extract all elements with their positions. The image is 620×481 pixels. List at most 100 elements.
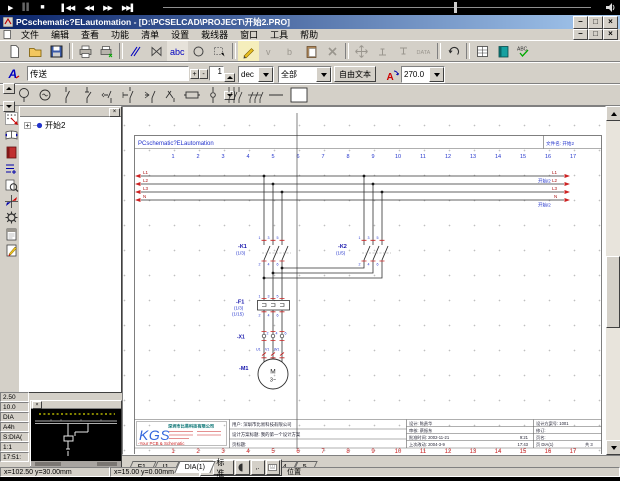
preview-titlebar[interactable]: × [31, 401, 121, 409]
vscroll-thumb[interactable] [606, 256, 620, 328]
schematic-sheet[interactable]: PCschematic?ELautomation 文件名: 开始2 12 34 … [123, 107, 605, 454]
pencil-tool-button[interactable] [238, 41, 259, 61]
symbol-contact-delay-button[interactable] [118, 85, 139, 105]
forward-button[interactable]: ▶▶ [103, 4, 112, 12]
symbol-3p-contact-button[interactable] [223, 85, 244, 105]
symbol-coil-button[interactable] [181, 85, 202, 105]
spellcheck-icon: ABC [516, 44, 533, 59]
preview-canvas[interactable] [31, 409, 121, 461]
symbols-button[interactable] [146, 41, 167, 61]
symbol-contact-no-button[interactable] [55, 85, 76, 105]
undo-button[interactable] [443, 41, 464, 61]
scope-dropdown[interactable]: 全部 [278, 66, 332, 83]
move-button[interactable] [351, 41, 372, 61]
data-button[interactable]: DATA [414, 41, 435, 61]
symbol-contact-nc-button[interactable] [97, 85, 118, 105]
text-larger-button[interactable]: + [190, 69, 199, 79]
print-button[interactable] [75, 41, 96, 61]
stop-button[interactable]: ■ [40, 4, 43, 11]
paste-button[interactable] [301, 41, 322, 61]
restore-button[interactable]: □ [588, 16, 603, 29]
symbol-terminal-button[interactable] [202, 85, 223, 105]
tree-root-item[interactable]: 开始2 [20, 117, 121, 131]
new-button[interactable] [4, 41, 25, 61]
skip-start-button[interactable]: ▌◀◀ [62, 4, 75, 12]
ime-punct-button[interactable]: ,. [251, 460, 265, 475]
preview-close-button[interactable]: × [32, 401, 42, 409]
project-node-label[interactable]: 开始2 [45, 120, 65, 131]
tab-dia1[interactable]: DIA(1) [174, 461, 216, 473]
save-button[interactable] [46, 41, 67, 61]
tree-titlebar[interactable]: × [20, 107, 121, 117]
x1-symbol[interactable] [262, 334, 284, 338]
scroll-up-button[interactable] [606, 106, 620, 121]
scroll-down-button[interactable] [606, 440, 620, 455]
format-dropdown[interactable]: dec [238, 66, 274, 83]
document-icon[interactable] [3, 30, 12, 39]
symbol-3p-breaker-button[interactable] [244, 85, 265, 105]
area-select-button[interactable] [209, 41, 230, 61]
bottom-black-strip [0, 477, 620, 481]
vertical-scrollbar[interactable] [606, 106, 620, 455]
text-size-spinner[interactable] [224, 66, 233, 81]
circle-icon [191, 44, 206, 59]
reference-up-button[interactable] [372, 41, 393, 61]
minimize-button[interactable]: – [573, 16, 588, 29]
drawing-canvas[interactable]: PCschematic?ELautomation 文件名: 开始2 12 34 … [122, 106, 606, 455]
svg-text:用户: 深圳市比易科技有限公司: 用户: 深圳市比易科技有限公司 [232, 421, 292, 428]
circle-tool-button[interactable] [188, 41, 209, 61]
ime-width-button[interactable] [235, 460, 249, 475]
grey-tool-b-button[interactable]: b [280, 41, 301, 61]
symbol-line-button[interactable] [265, 85, 286, 105]
symbol-contact-operated-button[interactable] [139, 85, 160, 105]
spellcheck-button[interactable]: ABC [514, 41, 535, 61]
close-button[interactable]: × [603, 16, 618, 29]
symbol-terminal-icon [205, 86, 221, 104]
playback-slider-thumb[interactable] [454, 2, 457, 13]
free-text-button[interactable]: 自由文本 [334, 66, 376, 82]
grey-tool-v-button[interactable]: v [259, 41, 280, 61]
symbol-motor-icon [37, 86, 53, 104]
skip-end-button[interactable]: ▶▶▌ [122, 4, 135, 12]
preview-window: × [30, 400, 122, 467]
text-mode-button[interactable]: abc [167, 41, 188, 61]
delete-button[interactable] [322, 41, 343, 61]
text-value-input[interactable] [27, 66, 189, 81]
open-button[interactable] [25, 41, 46, 61]
database-button[interactable] [493, 41, 514, 61]
grey-b-icon: b [283, 44, 298, 59]
m1-label[interactable]: -M1 [239, 366, 248, 372]
reference-down-button[interactable] [393, 41, 414, 61]
mdi-restore-button[interactable]: □ [588, 29, 603, 40]
ime-mode-button[interactable]: 标准 [213, 460, 234, 475]
text-toolbar: A + - 1 dec 全部 自由文本 A 270.0 [0, 62, 620, 84]
k1-label[interactable]: -K1 [238, 244, 247, 250]
tree-close-button[interactable]: × [109, 108, 120, 117]
symbol-motor-button[interactable] [34, 85, 55, 105]
pause-button[interactable]: ▌▌ [22, 4, 30, 11]
draw-lines-button[interactable] [125, 41, 146, 61]
title-bar[interactable]: PCschematic?ELautomation - [D:\PCSELCAD\… [0, 15, 620, 29]
f1-symbol[interactable] [258, 301, 290, 311]
tree-expand-icon[interactable] [24, 122, 31, 129]
register-button[interactable] [472, 41, 493, 61]
playback-slider[interactable] [163, 7, 591, 8]
x1-label[interactable]: -X1 [237, 335, 245, 341]
text-size-value[interactable]: 1 [209, 66, 224, 81]
symbol-lamp-button[interactable] [13, 85, 34, 105]
speaker-icon[interactable] [605, 2, 616, 13]
play-button[interactable]: ▶ [8, 4, 12, 12]
ime-softkbd-button[interactable] [266, 460, 280, 475]
svg-text:页名:: 页名: [536, 434, 546, 441]
symbol-contact-switch-button[interactable] [160, 85, 181, 105]
print-all-button[interactable] [96, 41, 117, 61]
rewind-button[interactable]: ◀◀ [84, 4, 93, 12]
text-rotate-button[interactable]: A [382, 65, 403, 85]
mdi-close-button[interactable]: × [603, 29, 618, 40]
mdi-minimize-button[interactable]: – [573, 29, 588, 40]
symbol-blank-button[interactable] [286, 85, 312, 105]
k2-label[interactable]: -K2 [338, 244, 347, 250]
angle-dropdown[interactable]: 270.0 [401, 66, 445, 83]
text-smaller-button[interactable]: - [199, 69, 208, 79]
symbol-contact-no2-button[interactable] [76, 85, 97, 105]
